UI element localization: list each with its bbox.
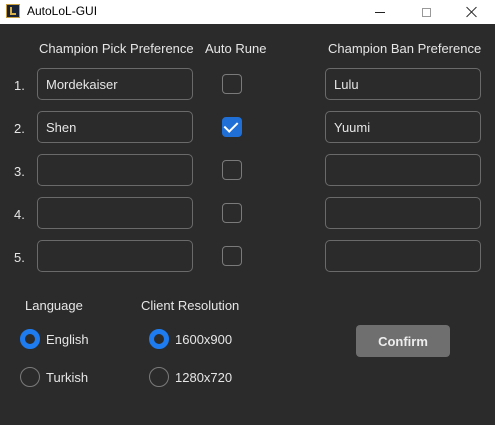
ban-input-2[interactable] xyxy=(325,111,481,143)
close-button[interactable] xyxy=(449,0,495,24)
window-title: AutoLoL-GUI xyxy=(27,4,98,18)
row-number: 2. xyxy=(14,121,25,136)
auto-rune-checkbox-2[interactable] xyxy=(222,117,242,137)
row-number: 3. xyxy=(14,164,25,179)
ban-input-3[interactable] xyxy=(325,154,481,186)
pick-input-5[interactable] xyxy=(37,240,193,272)
row-number: 1. xyxy=(14,78,25,93)
language-option-turkish[interactable]: Turkish xyxy=(46,370,88,385)
row-number: 5. xyxy=(14,250,25,265)
language-radio-english[interactable] xyxy=(20,329,40,349)
resolution-option-1280x720[interactable]: 1280x720 xyxy=(175,370,232,385)
resolution-option-1600x900[interactable]: 1600x900 xyxy=(175,332,232,347)
pick-input-4[interactable] xyxy=(37,197,193,229)
maximize-button[interactable] xyxy=(403,0,449,24)
ban-input-4[interactable] xyxy=(325,197,481,229)
resolution-radio-1600x900[interactable] xyxy=(149,329,169,349)
minimize-icon xyxy=(375,11,385,13)
pick-input-3[interactable] xyxy=(37,154,193,186)
auto-rune-checkbox-1[interactable] xyxy=(222,74,242,94)
auto-rune-checkbox-4[interactable] xyxy=(222,203,242,223)
language-option-english[interactable]: English xyxy=(46,332,89,347)
auto-rune-checkbox-3[interactable] xyxy=(222,160,242,180)
auto-rune-checkbox-5[interactable] xyxy=(222,246,242,266)
maximize-icon xyxy=(421,7,431,17)
ban-input-5[interactable] xyxy=(325,240,481,272)
resolution-radio-1280x720[interactable] xyxy=(149,367,169,387)
ban-header: Champion Ban Preference xyxy=(328,41,482,56)
language-label: Language xyxy=(25,298,83,313)
app-window: AutoLoL-GUI Champion Pick Preference Aut… xyxy=(0,0,495,425)
pick-header: Champion Pick Preference xyxy=(39,41,194,56)
app-icon xyxy=(6,4,20,18)
check-icon xyxy=(223,118,239,133)
language-radio-turkish[interactable] xyxy=(20,367,40,387)
auto-rune-header: Auto Rune xyxy=(205,41,267,56)
ban-input-1[interactable] xyxy=(325,68,481,100)
close-icon xyxy=(466,6,478,18)
resolution-label: Client Resolution xyxy=(141,298,240,313)
title-bar[interactable]: AutoLoL-GUI xyxy=(0,0,495,24)
minimize-button[interactable] xyxy=(357,0,403,24)
confirm-button[interactable]: Confirm xyxy=(356,325,450,357)
row-number: 4. xyxy=(14,207,25,222)
pick-input-1[interactable] xyxy=(37,68,193,100)
pick-input-2[interactable] xyxy=(37,111,193,143)
